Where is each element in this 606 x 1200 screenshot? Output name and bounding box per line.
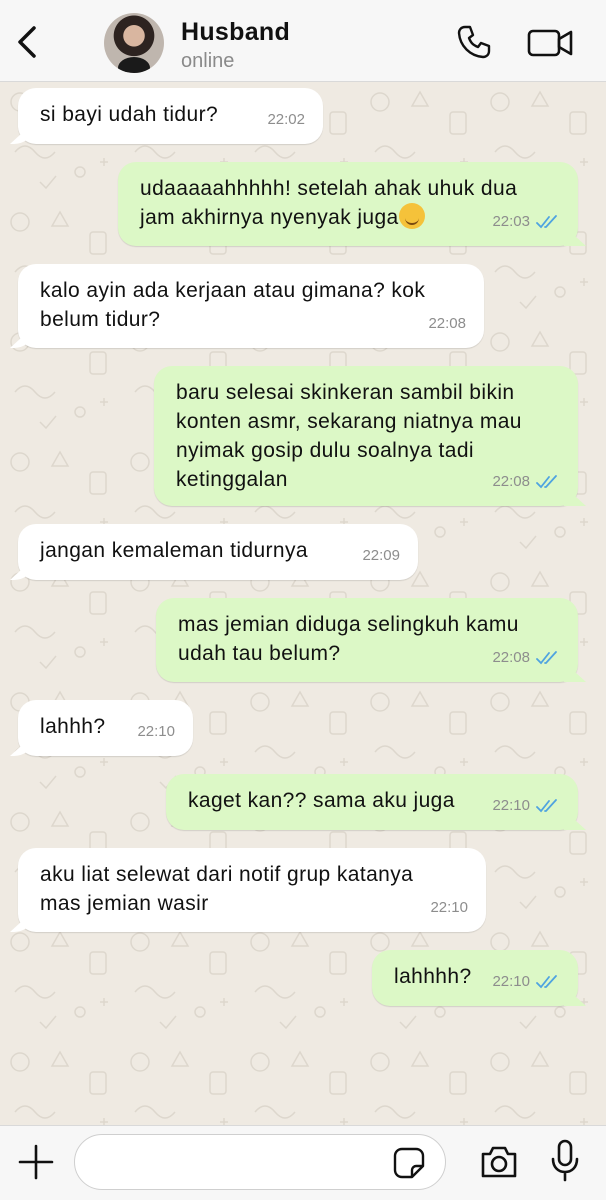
message-time: 22:02 xyxy=(267,111,305,128)
phone-icon xyxy=(457,25,491,59)
message-meta: 22:10 xyxy=(492,791,560,820)
video-camera-icon xyxy=(527,29,573,57)
message-bubble-outgoing[interactable]: lahhhh? 22:10 xyxy=(372,950,578,1006)
composer-bar xyxy=(0,1125,606,1200)
double-check-icon xyxy=(536,650,557,664)
chat-header: Husband online xyxy=(0,0,606,82)
message-time: 22:09 xyxy=(362,547,400,564)
message-bubble-incoming[interactable]: si bayi udah tidur? 22:02 xyxy=(18,88,323,144)
message-time: 22:10 xyxy=(492,797,530,814)
microphone-icon xyxy=(551,1139,579,1182)
message-text: jangan kemaleman tidurnya xyxy=(40,539,308,562)
double-check-icon xyxy=(536,798,557,812)
message-text: aku liat selewat dari notif grup katanya… xyxy=(40,863,414,915)
message-meta: 22:02 xyxy=(267,105,305,134)
message-meta: 22:10 xyxy=(492,967,560,996)
message-meta: 22:08 xyxy=(492,467,560,496)
contact-status: online xyxy=(181,50,235,72)
double-check-icon xyxy=(536,474,557,488)
message-bubble-outgoing[interactable]: mas jemian diduga selingkuh kamu udah ta… xyxy=(156,598,578,682)
message-meta: 22:08 xyxy=(428,309,466,338)
message-text: mas jemian diduga selingkuh kamu udah ta… xyxy=(178,613,519,665)
camera-button[interactable] xyxy=(479,1144,519,1180)
message-meta: 22:08 xyxy=(492,643,560,672)
chat-area[interactable]: si bayi udah tidur? 22:02 udaaaaahhhhh! … xyxy=(0,82,606,1125)
microphone-button[interactable] xyxy=(550,1138,580,1184)
message-text: lahhh? xyxy=(40,715,106,738)
message-meta: 22:10 xyxy=(430,893,468,922)
contact-name[interactable]: Husband xyxy=(181,18,290,47)
double-check-icon xyxy=(536,214,557,228)
camera-icon xyxy=(481,1146,517,1178)
message-bubble-incoming[interactable]: kalo ayin ada kerjaan atau gimana? kok b… xyxy=(18,264,484,348)
voice-call-button[interactable] xyxy=(456,24,492,60)
message-meta: 22:09 xyxy=(362,541,400,570)
video-call-button[interactable] xyxy=(526,26,574,60)
message-text: lahhhh? xyxy=(394,965,472,988)
message-bubble-outgoing[interactable]: kaget kan?? sama aku juga 22:10 xyxy=(166,774,578,830)
back-button[interactable] xyxy=(12,22,46,62)
message-bubble-incoming[interactable]: lahhh? 22:10 xyxy=(18,700,193,756)
message-time: 22:03 xyxy=(492,213,530,230)
attach-button[interactable] xyxy=(18,1144,54,1180)
message-time: 22:08 xyxy=(492,473,530,490)
message-text: baru selesai skinkeran sambil bikin kont… xyxy=(176,381,522,491)
sticker-button[interactable] xyxy=(392,1146,426,1180)
double-check-icon xyxy=(536,974,557,988)
message-input[interactable] xyxy=(74,1134,446,1190)
face-holding-back-tears-emoji-icon xyxy=(398,203,425,229)
message-text: udaaaaahhhhh! setelah ahak uhuk dua jam … xyxy=(140,177,518,229)
message-time: 22:10 xyxy=(430,899,468,916)
avatar[interactable] xyxy=(104,13,164,73)
message-meta: 22:10 xyxy=(137,717,175,746)
chevron-left-icon xyxy=(18,26,36,58)
message-time: 22:10 xyxy=(137,723,175,740)
message-text: kaget kan?? sama aku juga xyxy=(188,789,455,812)
message-text: kalo ayin ada kerjaan atau gimana? kok b… xyxy=(40,279,426,331)
message-bubble-incoming[interactable]: aku liat selewat dari notif grup katanya… xyxy=(18,848,486,932)
message-time: 22:08 xyxy=(492,649,530,666)
sticker-icon xyxy=(393,1147,425,1179)
message-bubble-incoming[interactable]: jangan kemaleman tidurnya 22:09 xyxy=(18,524,418,580)
message-time: 22:10 xyxy=(492,973,530,990)
message-bubble-outgoing[interactable]: baru selesai skinkeran sambil bikin kont… xyxy=(154,366,578,506)
message-time: 22:08 xyxy=(428,315,466,332)
message-meta: 22:03 xyxy=(492,207,560,236)
message-bubble-outgoing[interactable]: udaaaaahhhhh! setelah ahak uhuk dua jam … xyxy=(118,162,578,246)
plus-icon xyxy=(18,1144,54,1180)
message-text: si bayi udah tidur? xyxy=(40,103,219,126)
